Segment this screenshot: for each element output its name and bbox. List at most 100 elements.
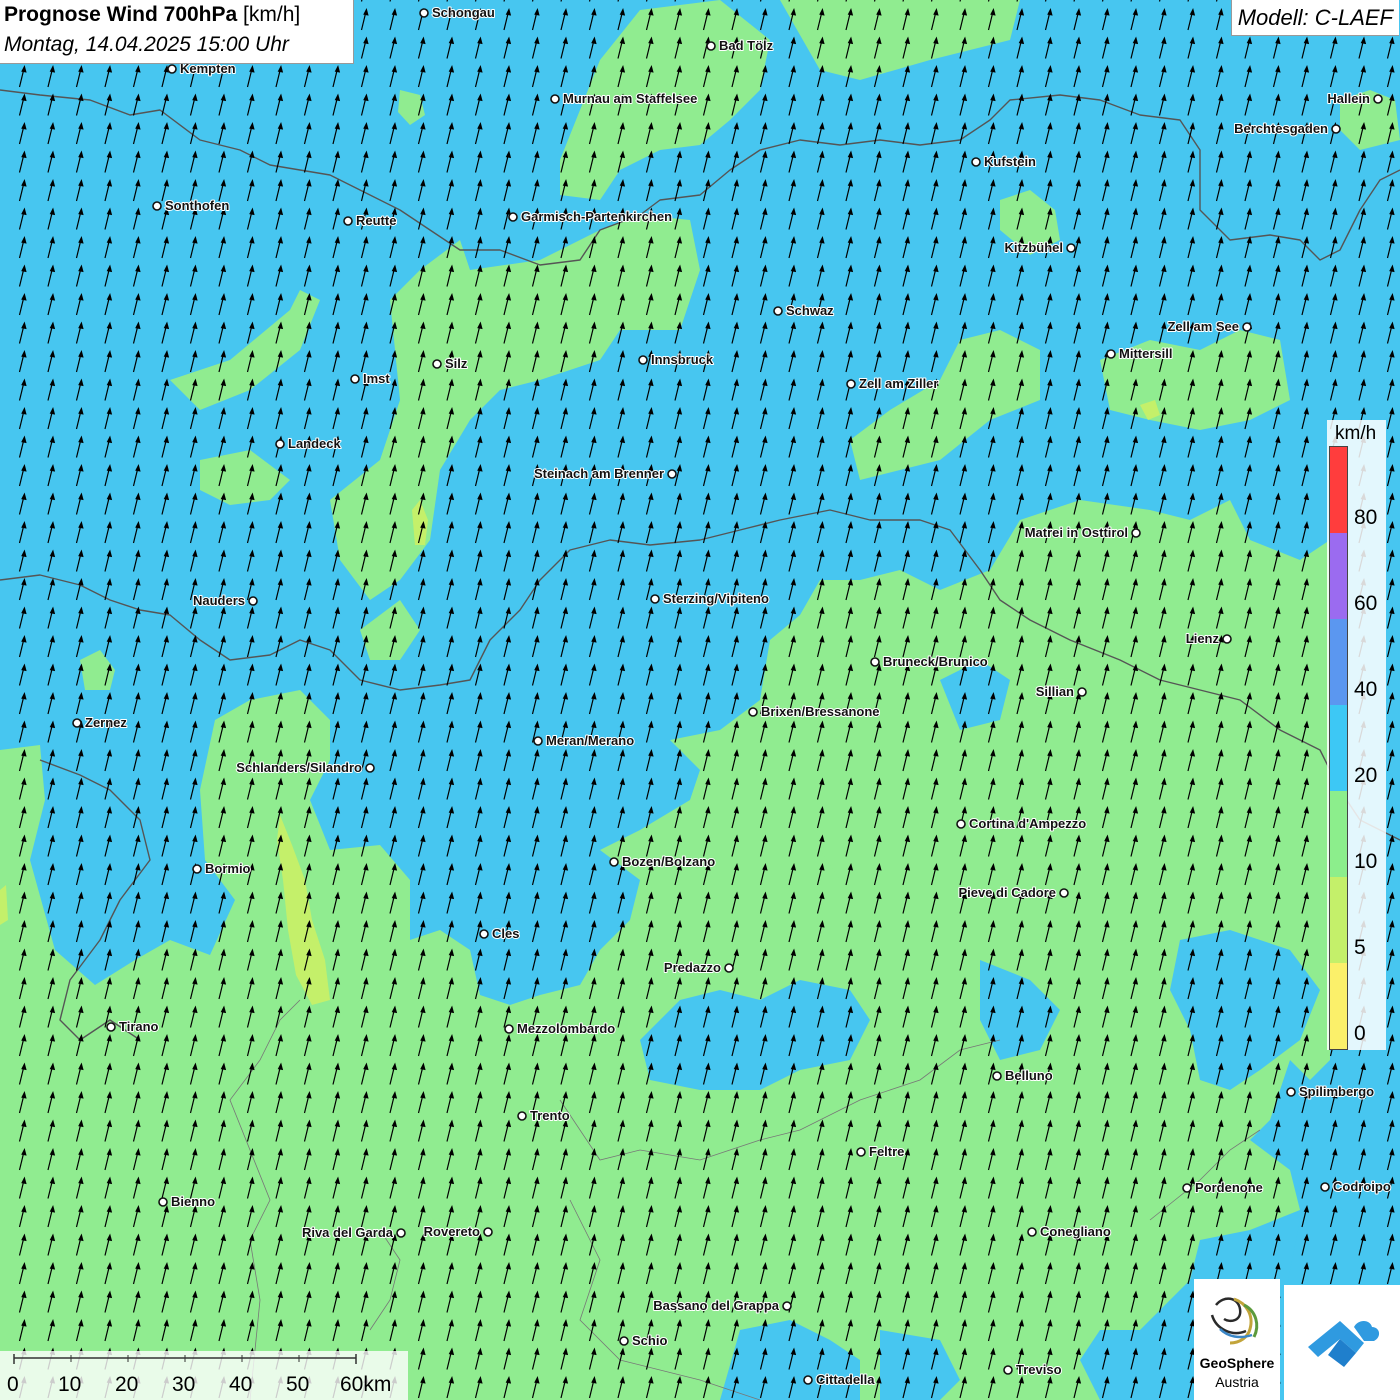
scale-label: 10	[58, 1373, 82, 1396]
city-label: Schlanders/Silandro	[236, 760, 362, 775]
app-logo[interactable]	[1284, 1285, 1400, 1400]
city-marker: Bruneck/Brunico	[870, 653, 989, 670]
city-dot-icon	[856, 1147, 866, 1157]
legend-color-segment	[1330, 877, 1347, 963]
city-dot-icon	[870, 657, 880, 667]
city-label: Treviso	[1016, 1362, 1062, 1377]
legend-color-segment	[1330, 619, 1347, 705]
city-label: Silz	[445, 356, 468, 371]
city-label: Bormio	[205, 861, 251, 876]
map-title: Prognose Wind 700hPa [km/h]	[4, 3, 300, 27]
legend-label-40: 40	[1354, 678, 1378, 701]
city-dot-icon	[638, 355, 648, 365]
city-marker: Meran/Merano	[533, 732, 635, 749]
geosphere-logo[interactable]: GeoSphere Austria	[1194, 1279, 1280, 1400]
city-label: Conegliano	[1040, 1224, 1111, 1239]
city-label: Rovereto	[424, 1224, 480, 1239]
city-label: Mezzolombardo	[517, 1021, 615, 1036]
city-dot-icon	[956, 819, 966, 829]
city-dot-icon	[396, 1228, 406, 1238]
city-marker: Riva del Garda	[301, 1224, 406, 1241]
city-dot-icon	[706, 41, 716, 51]
city-dot-icon	[1027, 1227, 1037, 1237]
legend-label-20: 20	[1354, 764, 1378, 787]
city-label: Bozen/Bolzano	[622, 854, 715, 869]
city-dot-icon	[971, 157, 981, 167]
city-label: Tirano	[119, 1019, 159, 1034]
city-marker: Sterzing/Vipiteno	[650, 590, 770, 607]
city-label: Kitzbühel	[1005, 240, 1064, 255]
city-dot-icon	[773, 306, 783, 316]
city-marker: Bozen/Bolzano	[609, 853, 716, 870]
city-dot-icon	[248, 596, 258, 606]
scale-label: 30	[172, 1373, 196, 1396]
scale-label: 50	[286, 1373, 310, 1396]
legend-label-0: 0	[1354, 1022, 1366, 1045]
city-label: Meran/Merano	[546, 733, 634, 748]
city-label: Schongau	[432, 5, 495, 20]
city-dot-icon	[803, 1375, 813, 1385]
city-dot-icon	[192, 864, 202, 874]
city-dot-icon	[350, 374, 360, 384]
geosphere-emblem-icon	[1210, 1297, 1259, 1345]
city-marker: Conegliano	[1027, 1223, 1112, 1240]
wind-map[interactable]: SchongauBad TölzKemptenMurnau am Staffel…	[0, 0, 1400, 1400]
city-label: Bad Tölz	[719, 38, 774, 53]
city-marker: Schongau	[419, 4, 496, 21]
city-marker: Steinach am Brenner	[533, 465, 677, 482]
city-label: Sterzing/Vipiteno	[663, 591, 769, 606]
city-label: Sonthofen	[165, 198, 229, 213]
city-dot-icon	[72, 718, 82, 728]
city-label: Feltre	[869, 1144, 904, 1159]
city-label: Berchtesgaden	[1234, 121, 1328, 136]
city-dot-icon	[1373, 94, 1383, 104]
city-label: Pordenone	[1195, 1180, 1263, 1195]
city-label: Schio	[632, 1333, 667, 1348]
legend-color-segment	[1330, 963, 1347, 1049]
city-label: Bruneck/Brunico	[883, 654, 988, 669]
city-dot-icon	[167, 64, 177, 74]
city-dot-icon	[550, 94, 560, 104]
city-label: Predazzo	[664, 960, 721, 975]
city-dot-icon	[106, 1022, 116, 1032]
city-marker: Murnau am Staffelsee	[550, 90, 698, 107]
city-label: Bassano del Grappa	[653, 1298, 779, 1313]
city-dot-icon	[158, 1197, 168, 1207]
city-marker: Pordenone	[1182, 1179, 1264, 1196]
city-label: Steinach am Brenner	[534, 466, 664, 481]
city-marker: Mezzolombardo	[504, 1020, 616, 1037]
forecast-datetime: Montag, 14.04.2025 15:00 Uhr	[4, 33, 289, 56]
city-label: Innsbruck	[651, 352, 714, 367]
legend-unit: km/h	[1335, 423, 1377, 444]
city-label: Sillian	[1036, 684, 1074, 699]
legend-color-segment	[1330, 447, 1347, 533]
city-dot-icon	[846, 379, 856, 389]
city-dot-icon	[432, 359, 442, 369]
city-dot-icon	[1106, 349, 1116, 359]
city-label: Imst	[363, 371, 390, 386]
scale-label: 0	[7, 1373, 19, 1396]
city-dot-icon	[1066, 243, 1076, 253]
city-dot-icon	[1182, 1183, 1192, 1193]
city-marker: Zell am See	[1166, 318, 1252, 335]
city-label: Spilimbergo	[1299, 1084, 1374, 1099]
city-dot-icon	[650, 594, 660, 604]
city-marker: Bassano del Grappa	[652, 1297, 792, 1314]
app-logo-icon	[1308, 1321, 1380, 1367]
city-dot-icon	[1003, 1365, 1013, 1375]
city-dot-icon	[517, 1111, 527, 1121]
city-label: Cortina d'Ampezzo	[969, 816, 1086, 831]
city-dot-icon	[1242, 322, 1252, 332]
city-dot-icon	[508, 212, 518, 222]
city-dot-icon	[667, 469, 677, 479]
legend-label-5: 5	[1354, 936, 1366, 959]
legend-label-80: 80	[1354, 506, 1378, 529]
logo-subtitle: Austria	[1215, 1374, 1259, 1390]
legend-color-segment	[1330, 533, 1347, 619]
city-label: Nauders	[193, 593, 245, 608]
city-dot-icon	[619, 1336, 629, 1346]
city-label: Cittadella	[816, 1372, 875, 1387]
city-dot-icon	[992, 1071, 1002, 1081]
city-dot-icon	[1059, 888, 1069, 898]
city-marker: Berchtesgaden	[1233, 120, 1341, 137]
